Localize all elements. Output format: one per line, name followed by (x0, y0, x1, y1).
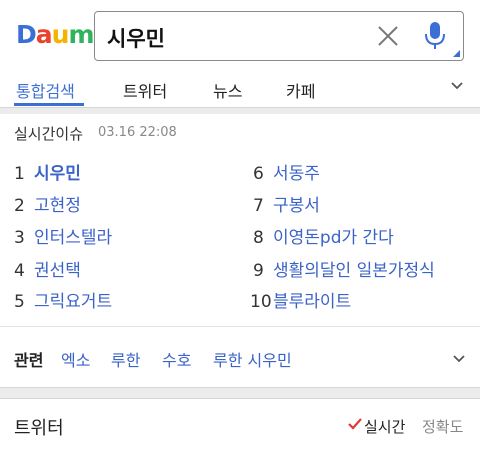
active-tab-indicator (14, 103, 84, 106)
rank-number: 8 (253, 228, 264, 248)
rank-keyword[interactable]: 고현정 (34, 191, 81, 216)
rank-number: 10 (250, 292, 272, 312)
twitter-section-title: 트위터 (14, 418, 64, 439)
check-icon (348, 418, 362, 430)
rank-item-10[interactable]: 10블루라이트 (250, 287, 351, 312)
rank-number: 5 (14, 292, 25, 312)
realtime-issue-title: 실시간이슈 (14, 125, 84, 143)
tab-twitter[interactable]: 트위터 (123, 78, 167, 102)
rank-number: 7 (253, 196, 264, 216)
rank-keyword[interactable]: 구봉서 (273, 191, 320, 216)
chevron-down-icon[interactable] (452, 352, 466, 366)
tab-integrated-search[interactable]: 통합검색 (16, 78, 75, 102)
tab-bar: 통합검색 트위터 뉴스 카페 (0, 72, 480, 107)
rank-item-4[interactable]: 4 권선택 (14, 256, 81, 281)
sort-realtime-button[interactable]: 실시간 (364, 416, 405, 437)
rank-number: 4 (14, 261, 25, 281)
rank-number: 9 (253, 261, 264, 281)
logo-letter-u: u (51, 20, 70, 49)
tab-cafe[interactable]: 카페 (286, 78, 315, 102)
logo-letter-d: D (16, 20, 37, 49)
rank-keyword[interactable]: 서동주 (273, 159, 320, 184)
rank-number: 6 (253, 164, 264, 184)
sort-accuracy-button[interactable]: 정확도 (422, 416, 463, 437)
logo-letter-a: a (35, 20, 53, 49)
divider (0, 326, 480, 327)
chevron-down-icon[interactable] (450, 79, 464, 93)
twitter-section: 트위터 실시간 정확도 (0, 398, 480, 456)
rank-keyword[interactable]: 인터스텔라 (34, 223, 112, 248)
rank-item-9[interactable]: 9 생활의달인 일본가정식 (253, 256, 435, 281)
rank-item-6[interactable]: 6 서동주 (253, 159, 320, 184)
rank-item-2[interactable]: 2 고현정 (14, 191, 81, 216)
logo-letter-m: m (68, 20, 94, 49)
realtime-issue-timestamp: 03.16 22:08 (98, 125, 177, 140)
related-label: 관련 (14, 351, 44, 370)
search-input[interactable]: 시우민 (94, 11, 464, 61)
rank-keyword[interactable]: 그릭요거트 (34, 287, 112, 312)
close-icon[interactable] (376, 24, 400, 48)
microphone-icon[interactable] (423, 20, 447, 50)
header: Daum 시우민 통합검색 트위터 뉴스 카페 (0, 0, 480, 108)
rank-number: 1 (14, 164, 25, 184)
realtime-issue-card: 실시간이슈 03.16 22:08 1 시우민 2 고현정 3 인터스텔라 4 권선택 … (0, 114, 480, 388)
rank-keyword[interactable]: 블루라이트 (273, 287, 351, 312)
rank-item-1[interactable]: 1 시우민 (14, 159, 81, 184)
rank-number: 3 (14, 228, 25, 248)
rank-keyword[interactable]: 시우민 (34, 159, 81, 184)
rank-keyword[interactable]: 생활의달인 일본가정식 (273, 256, 435, 281)
corner-mark-icon (453, 50, 460, 57)
rank-keyword[interactable]: 권선택 (34, 256, 81, 281)
rank-item-3[interactable]: 3 인터스텔라 (14, 223, 112, 248)
related-keyword[interactable]: 루한 (111, 347, 140, 371)
rank-item-8[interactable]: 8 이영돈pd가 간다 (253, 223, 394, 248)
daum-logo[interactable]: Daum (16, 20, 95, 49)
search-query[interactable]: 시우민 (107, 23, 165, 53)
rank-item-7[interactable]: 7 구봉서 (253, 191, 320, 216)
rank-number: 2 (14, 196, 25, 216)
related-keyword[interactable]: 엑소 (61, 347, 90, 371)
related-keyword[interactable]: 루한 시우민 (213, 347, 292, 371)
tab-news[interactable]: 뉴스 (213, 78, 242, 102)
related-keyword[interactable]: 수호 (162, 347, 191, 371)
rank-keyword[interactable]: 이영돈pd가 간다 (273, 223, 394, 248)
rank-item-5[interactable]: 5 그릭요거트 (14, 287, 112, 312)
